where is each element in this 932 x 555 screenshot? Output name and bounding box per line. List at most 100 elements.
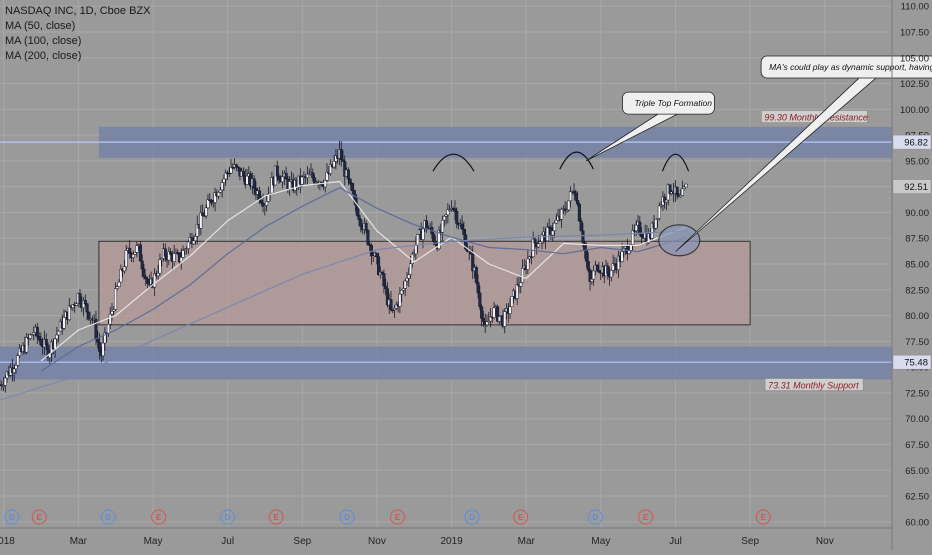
candle-body — [348, 178, 352, 184]
legend-ma50[interactable]: MA (50, close) — [5, 19, 151, 34]
candle-body — [128, 248, 132, 254]
candle-body — [108, 313, 112, 325]
candle-body — [96, 338, 100, 343]
candle-body — [311, 172, 315, 179]
legend-title[interactable]: NASDAQ INC, 1D, Cboe BZX — [5, 4, 151, 19]
y-tick-label: 62.50 — [905, 492, 929, 503]
candle-body — [508, 306, 512, 314]
candle-body — [122, 266, 126, 272]
candle-body — [460, 223, 464, 230]
event-marker-label: E — [395, 513, 401, 522]
candle-body — [640, 233, 644, 237]
price-chart[interactable]: 99.30 Monthly Resistance73.31 Monthly Su… — [0, 0, 932, 550]
candle-body — [220, 182, 224, 191]
candle-body — [181, 250, 185, 258]
candle-body — [106, 324, 110, 334]
candle-body — [520, 268, 525, 283]
chart-stage: 99.30 Monthly Resistance 73.31 Monthly Su… — [0, 0, 932, 550]
candle-body — [140, 260, 144, 270]
candle-body — [574, 192, 578, 201]
candle-body — [138, 244, 142, 262]
legend-ma200[interactable]: MA (200, close) — [5, 49, 151, 64]
candle-body — [476, 282, 480, 294]
candle-body — [112, 309, 116, 312]
candle-body — [245, 175, 249, 185]
candle-body — [545, 226, 549, 242]
y-tick-label: 90.00 — [905, 208, 929, 219]
x-tick-label: Mar — [70, 536, 88, 547]
candle-body — [579, 220, 583, 232]
candle-body — [357, 215, 361, 220]
candle-body — [74, 303, 78, 306]
x-tick-label: May — [144, 536, 163, 547]
candle-body — [551, 230, 555, 236]
candle-body — [37, 335, 41, 340]
event-marker-label: E — [274, 513, 280, 522]
candle-body — [115, 286, 119, 289]
candle-body — [39, 339, 43, 346]
candle-body — [533, 238, 537, 244]
candle-body — [135, 245, 139, 253]
candle-body — [560, 209, 564, 220]
candle-body — [3, 377, 7, 386]
legend-ma100[interactable]: MA (100, close) — [5, 34, 151, 49]
candle-body — [142, 268, 146, 278]
candle-body — [568, 191, 573, 202]
event-marker-label: D — [344, 513, 350, 522]
x-tick-label: Nov — [368, 536, 386, 547]
zone-band[interactable] — [0, 346, 892, 380]
range-box[interactable] — [98, 240, 751, 326]
candle-body — [631, 230, 635, 245]
event-marker-label: E — [643, 513, 649, 522]
x-tick-label: 2019 — [440, 536, 463, 547]
candle-body — [480, 306, 484, 319]
candle-body — [620, 251, 624, 262]
candle-body — [259, 200, 263, 204]
candle-body — [163, 248, 167, 257]
price-label: 92.51 — [904, 182, 928, 193]
support-ellipse[interactable] — [658, 224, 701, 257]
candle-body — [14, 365, 18, 370]
candle-body — [277, 175, 281, 180]
event-marker-label: E — [37, 513, 43, 522]
candle-body — [576, 199, 580, 205]
candle-body — [583, 242, 587, 251]
candle-body — [526, 258, 530, 270]
candle-body — [609, 270, 613, 278]
candle-body — [218, 189, 222, 193]
candle-body — [398, 293, 402, 307]
candle-body — [440, 219, 445, 233]
event-marker-label: D — [469, 513, 475, 522]
candle-body — [613, 263, 617, 266]
candle-body — [657, 205, 661, 219]
candle-body — [25, 337, 29, 353]
candle-body — [519, 282, 523, 287]
candle-body — [577, 203, 581, 222]
candle-body — [664, 199, 669, 203]
candle-body — [453, 208, 457, 212]
candle-body — [55, 334, 59, 340]
event-marker-label: E — [156, 513, 162, 522]
candle-body — [654, 218, 658, 229]
x-tick-label: Sep — [293, 536, 311, 547]
candle-body — [12, 368, 16, 373]
candle-body — [510, 296, 514, 307]
price-label: 75.48 — [904, 358, 928, 369]
candle-body — [595, 264, 599, 271]
candle-body — [503, 311, 507, 327]
candle-body — [375, 252, 379, 257]
candle-body — [405, 278, 409, 282]
candle-body — [145, 278, 150, 284]
candle-body — [204, 207, 208, 217]
candle-body — [552, 222, 557, 232]
candle-body — [284, 172, 288, 180]
candle-body — [682, 186, 686, 189]
candle-body — [432, 233, 436, 242]
candle-body — [265, 201, 269, 206]
y-tick-label: 107.50 — [900, 27, 929, 38]
candle-body — [481, 318, 485, 322]
y-tick-label: 82.50 — [905, 285, 929, 296]
candle-body — [416, 234, 420, 246]
candle-body — [53, 338, 57, 350]
candle-body — [567, 200, 571, 211]
